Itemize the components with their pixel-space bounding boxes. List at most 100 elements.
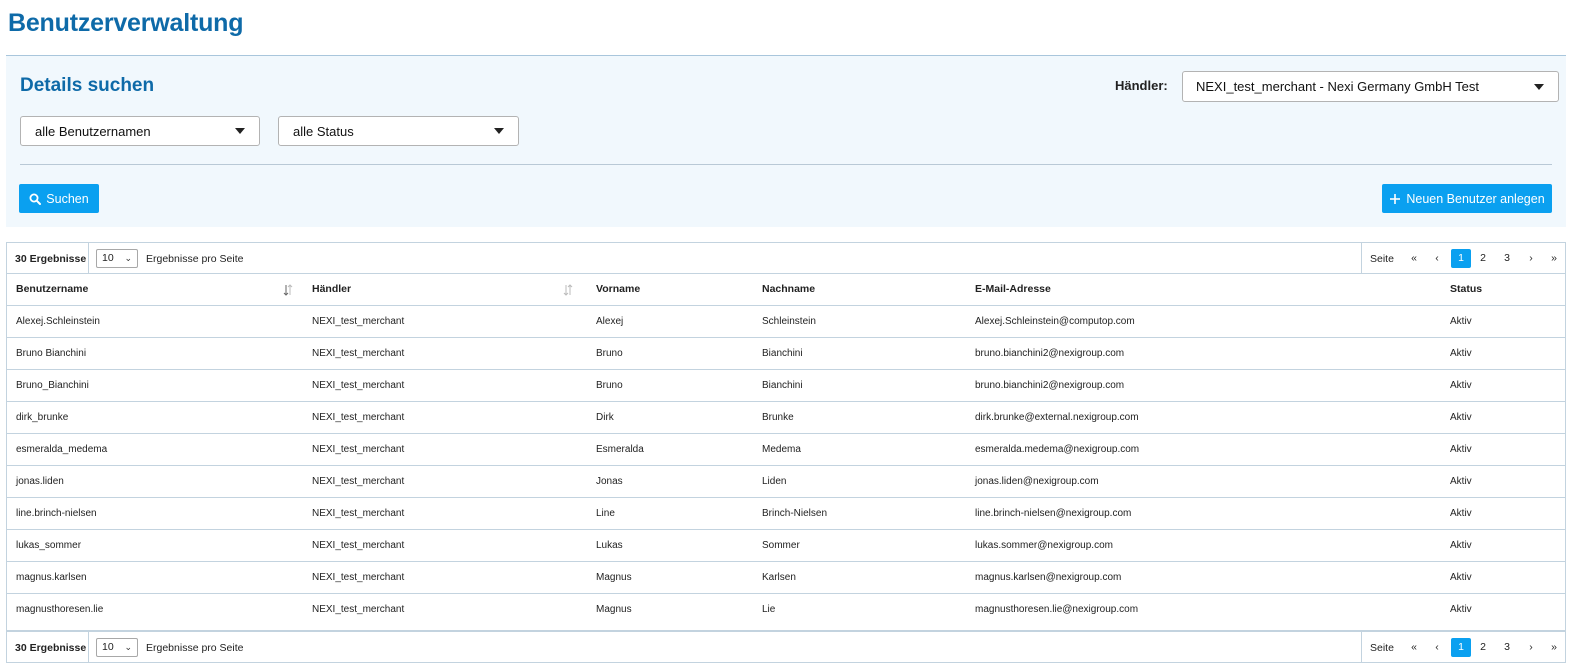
pagination: Seite « ‹ 1 2 3 › »	[1361, 243, 1565, 273]
page-size-select[interactable]: 10 ⌄	[96, 249, 138, 268]
per-page-label: Ergebnisse pro Seite	[146, 253, 244, 265]
caret-down-icon	[235, 128, 245, 134]
column-header-username[interactable]: Benutzername	[7, 274, 303, 306]
page-button-1[interactable]: 1	[1451, 249, 1471, 268]
cell-firstname: Jonas	[587, 465, 753, 498]
column-header-firstname[interactable]: Vorname	[587, 274, 753, 306]
table-row[interactable]: lukas_sommer NEXI_test_merchant Lukas Somme…	[7, 529, 1565, 562]
pagination: Seite « ‹ 1 2 3 › »	[1361, 632, 1565, 662]
results-count: 30 Ergebnisse	[15, 642, 87, 654]
table-row[interactable]: Alexej.Schleinstein NEXI_test_merchant Ale…	[7, 305, 1565, 338]
prev-page-button[interactable]: ‹	[1427, 249, 1447, 268]
merchant-select-value: NEXI_test_merchant - Nexi Germany GmbH T…	[1196, 79, 1479, 94]
username-select[interactable]: alle Benutzernamen	[20, 116, 260, 146]
column-header-status[interactable]: Status	[1441, 274, 1565, 306]
search-panel-title: Details suchen	[20, 75, 155, 96]
results-table-container: 30 Ergebnisse 10 ⌄ Ergebnisse pro Seite …	[6, 242, 1566, 663]
cell-merchant: NEXI_test_merchant	[303, 369, 587, 402]
merchant-select[interactable]: NEXI_test_merchant - Nexi Germany GmbH T…	[1182, 71, 1559, 102]
search-icon	[29, 193, 42, 205]
cell-username: lukas_sommer	[7, 529, 303, 562]
cell-status: Aktiv	[1441, 433, 1565, 466]
username-select-value: alle Benutzernamen	[35, 123, 151, 139]
column-header-email[interactable]: E-Mail-Adresse	[966, 274, 1441, 306]
cell-merchant: NEXI_test_merchant	[303, 529, 587, 562]
chevron-down-icon: ⌄	[124, 253, 132, 263]
cell-username: magnusthoresen.lie	[16, 603, 104, 615]
search-button[interactable]: Suchen	[19, 184, 99, 213]
cell-firstname: Alexej	[587, 305, 753, 338]
cell-lastname: Schleinstein	[753, 305, 966, 338]
column-header-label: Benutzername	[16, 283, 89, 296]
page-button-3[interactable]: 3	[1497, 638, 1517, 657]
status-select-value: alle Status	[293, 123, 354, 139]
cell-firstname: Line	[587, 497, 753, 530]
table-row[interactable]: magnusthoresen.lie NEXI_test_merchant Magn…	[7, 593, 1565, 625]
cell-lastname: Brunke	[753, 401, 966, 434]
first-page-button[interactable]: «	[1404, 249, 1424, 268]
add-user-button-label: Neuen Benutzer anlegen	[1406, 191, 1545, 206]
cell-email: dirk.brunke@external.nexigroup.com	[966, 401, 1441, 434]
page-label: Seite	[1370, 253, 1394, 265]
cell-status: Aktiv	[1441, 305, 1565, 338]
status-select[interactable]: alle Status	[278, 116, 519, 146]
cell-merchant: NEXI_test_merchant	[303, 561, 587, 594]
page-title: Benutzerverwaltung	[8, 9, 244, 37]
column-header-lastname[interactable]: Nachname	[753, 274, 966, 306]
page-button-2[interactable]: 2	[1473, 638, 1493, 657]
cell-status: Aktiv	[1441, 529, 1565, 562]
sort-icon[interactable]	[563, 284, 573, 296]
cell-merchant: NEXI_test_merchant	[303, 433, 587, 466]
cell-lastname: Liden	[753, 465, 966, 498]
cell-username: line.brinch-nielsen	[7, 497, 303, 530]
table-row[interactable]: dirk_brunke NEXI_test_merchant Dirk Brunke d…	[7, 401, 1565, 434]
cell-lastname: Bianchini	[753, 369, 966, 402]
pager-top: 30 Ergebnisse 10 ⌄ Ergebnisse pro Seite …	[7, 243, 1565, 274]
pager-bottom: 30 Ergebnisse 10 ⌄ Ergebnisse pro Seite …	[7, 630, 1565, 662]
cell-username: Bruno_Bianchini	[7, 369, 303, 402]
cell-merchant: NEXI_test_merchant	[303, 401, 587, 434]
cell-merchant: NEXI_test_merchant	[312, 603, 405, 615]
cell-firstname: Dirk	[587, 401, 753, 434]
cell-firstname: Magnus	[587, 561, 753, 594]
cell-lastname: Lie	[762, 603, 776, 615]
add-user-button[interactable]: Neuen Benutzer anlegen	[1382, 184, 1552, 213]
cell-lastname: Karlsen	[753, 561, 966, 594]
table-row[interactable]: Bruno_Bianchini NEXI_test_merchant Bruno Bi…	[7, 369, 1565, 402]
table-row[interactable]: line.brinch-nielsen NEXI_test_merchant Lin…	[7, 497, 1565, 530]
first-page-button[interactable]: «	[1404, 638, 1424, 657]
cell-status: Aktiv	[1450, 603, 1472, 615]
cell-firstname: Lukas	[587, 529, 753, 562]
cell-email: bruno.bianchini2@nexigroup.com	[966, 337, 1441, 370]
last-page-button[interactable]: »	[1544, 638, 1564, 657]
page-size-select[interactable]: 10 ⌄	[96, 638, 138, 657]
table-row[interactable]: esmeralda_medema NEXI_test_merchant Esmera…	[7, 433, 1565, 466]
next-page-button[interactable]: ›	[1521, 249, 1541, 268]
cell-status: Aktiv	[1441, 369, 1565, 402]
page-button-3[interactable]: 3	[1497, 249, 1517, 268]
page-size-value: 10	[102, 252, 114, 264]
cell-username: dirk_brunke	[7, 401, 303, 434]
cell-firstname: Esmeralda	[587, 433, 753, 466]
last-page-button[interactable]: »	[1544, 249, 1564, 268]
next-page-button[interactable]: ›	[1521, 638, 1541, 657]
results-count: 30 Ergebnisse	[15, 253, 87, 265]
column-header-merchant[interactable]: Händler	[303, 274, 587, 306]
cell-lastname: Brinch-Nielsen	[753, 497, 966, 530]
page-button-2[interactable]: 2	[1473, 249, 1493, 268]
prev-page-button[interactable]: ‹	[1427, 638, 1447, 657]
table-row[interactable]: Bruno Bianchini NEXI_test_merchant Bruno Bi…	[7, 337, 1565, 370]
cell-firstname: Magnus	[596, 603, 632, 615]
sort-icon[interactable]	[283, 284, 293, 296]
merchant-label: Händler:	[1115, 78, 1168, 93]
caret-down-icon	[494, 128, 504, 134]
cell-username: jonas.liden	[7, 465, 303, 498]
pager-divider	[88, 632, 89, 662]
cell-username: esmeralda_medema	[7, 433, 303, 466]
page-button-1[interactable]: 1	[1451, 638, 1471, 657]
cell-firstname: Bruno	[587, 337, 753, 370]
table-row[interactable]: magnus.karlsen NEXI_test_merchant Magnus Ka…	[7, 561, 1565, 594]
cell-email: Alexej.Schleinstein@computop.com	[966, 305, 1441, 338]
page-label: Seite	[1370, 642, 1394, 654]
table-row[interactable]: jonas.liden NEXI_test_merchant Jonas Liden j…	[7, 465, 1565, 498]
